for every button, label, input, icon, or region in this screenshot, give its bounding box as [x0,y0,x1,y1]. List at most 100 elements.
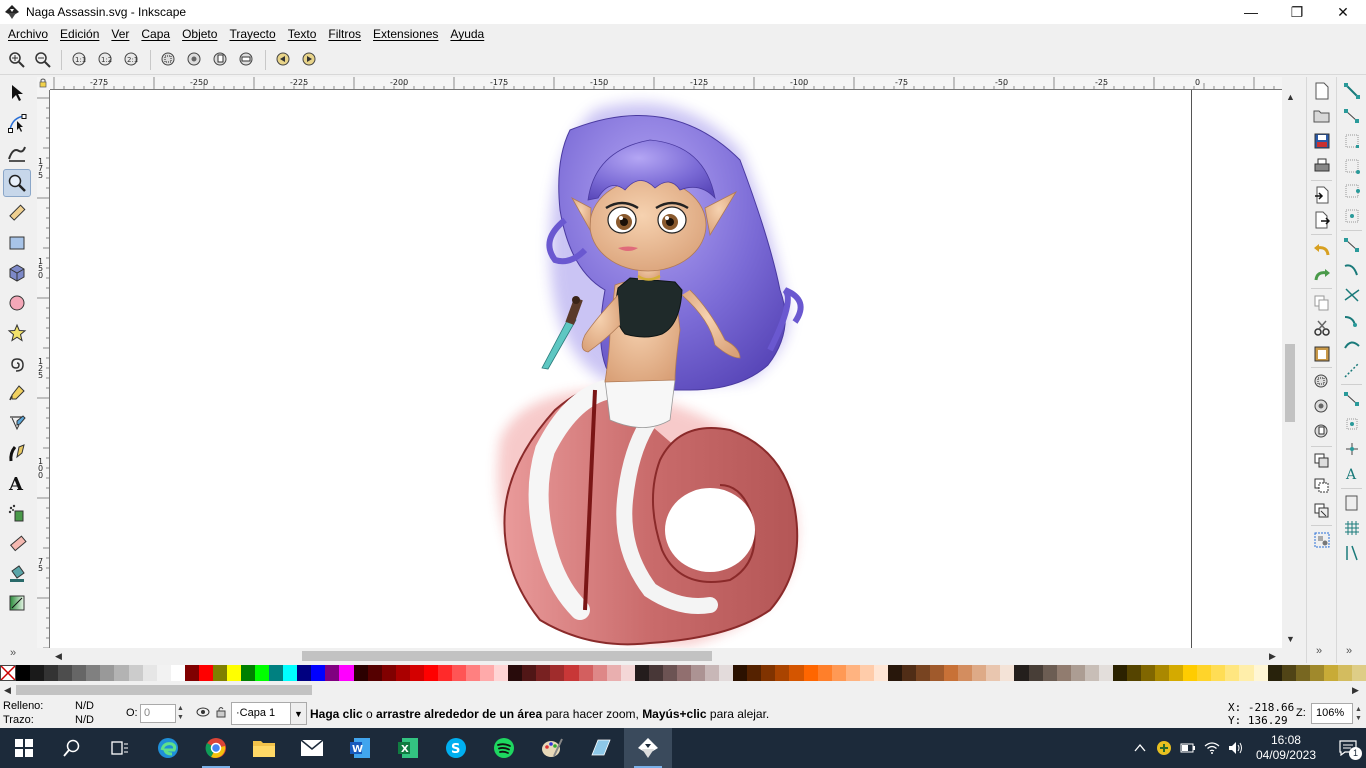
commands-overflow-icon[interactable]: » [1316,645,1322,657]
volume-icon[interactable] [1224,728,1248,768]
vertical-scrollbar[interactable]: ▲ ▼ [1282,90,1298,648]
color-swatch[interactable] [1042,665,1057,681]
snap-others-icon[interactable] [1341,388,1363,410]
spray-tool-icon[interactable] [3,499,31,527]
color-swatch[interactable] [1169,665,1184,681]
start-button-icon[interactable] [0,728,48,768]
snap-smooth-icon[interactable] [1341,334,1363,356]
color-swatch[interactable] [241,665,256,681]
color-swatch[interactable] [480,665,495,681]
horizontal-scroll-thumb[interactable] [302,651,712,661]
palette-scroll-left-icon[interactable]: ◀ [4,685,11,696]
color-swatch[interactable] [58,665,73,681]
snap-bbox-icon[interactable] [1341,105,1363,127]
color-swatch[interactable] [44,665,59,681]
color-swatch[interactable] [212,665,227,681]
color-swatch[interactable] [1014,665,1029,681]
unlink-clone-icon[interactable] [1311,500,1333,522]
color-swatch[interactable] [1098,665,1113,681]
snap-overflow-icon[interactable]: » [1346,645,1352,657]
clone-icon[interactable] [1311,475,1333,497]
color-swatch[interactable] [1253,665,1268,681]
export-icon[interactable] [1311,209,1333,231]
snap-bbox-edge-icon[interactable] [1341,130,1363,152]
mail-icon[interactable] [288,728,336,768]
inkscape-taskbar-icon[interactable] [624,728,672,768]
color-swatch[interactable] [311,665,326,681]
taskbar-clock[interactable]: 16:08 04/09/2023 [1256,733,1316,763]
update-status-icon[interactable] [1152,728,1176,768]
color-swatch[interactable] [466,665,481,681]
color-swatch[interactable] [508,665,523,681]
color-swatch[interactable] [986,665,1001,681]
paint-bucket-tool-icon[interactable] [3,559,31,587]
snap-bbox-center-icon[interactable] [1341,205,1363,227]
menu-filtros[interactable]: Filtros [322,27,367,41]
undo-icon[interactable] [1311,238,1333,260]
color-swatch[interactable] [691,665,706,681]
color-swatch[interactable] [578,665,593,681]
scroll-up-icon[interactable]: ▲ [1286,92,1295,102]
color-swatch[interactable] [86,665,101,681]
color-swatch[interactable] [409,665,424,681]
color-swatch[interactable] [395,665,410,681]
snap-center-icon[interactable] [1341,413,1363,435]
color-swatch[interactable] [522,665,537,681]
color-swatch[interactable] [1028,665,1043,681]
import-icon[interactable] [1311,184,1333,206]
ellipse-tool-icon[interactable] [3,289,31,317]
3d-box-tool-icon[interactable] [3,259,31,287]
color-swatch[interactable] [873,665,888,681]
duplicate-icon[interactable] [1311,450,1333,472]
star-tool-icon[interactable] [3,319,31,347]
color-swatch[interactable] [1225,665,1240,681]
zoom-selection-icon[interactable] [158,49,180,71]
palette-scrollbar[interactable]: ◀ ▶ [0,682,1366,698]
color-swatch[interactable] [16,665,31,681]
color-swatch[interactable] [972,665,987,681]
color-swatch[interactable] [592,665,607,681]
close-button[interactable]: ✕ [1320,0,1366,24]
horizontal-ruler[interactable]: -275 -250 -225 -200 -175 -150 -125 -100 … [50,77,1282,90]
chevron-down-icon[interactable]: ▼ [290,703,306,724]
snap-toggle-icon[interactable] [1341,80,1363,102]
zoom-1-1-icon[interactable]: 1:1 [69,49,91,71]
color-swatch[interactable] [803,665,818,681]
color-swatch[interactable] [930,665,945,681]
color-swatch[interactable] [128,665,143,681]
color-swatch[interactable] [817,665,832,681]
zoom-drawing-icon[interactable] [184,49,206,71]
color-swatch[interactable] [1323,665,1338,681]
color-swatch[interactable] [72,665,87,681]
snap-cusp-icon[interactable] [1341,309,1363,331]
copy-icon[interactable] [1311,292,1333,314]
text-tool-icon[interactable]: A [3,469,31,497]
color-swatch[interactable] [1056,665,1071,681]
color-swatch[interactable] [536,665,551,681]
color-swatch[interactable] [142,665,157,681]
color-swatch[interactable] [226,665,241,681]
excel-icon[interactable]: X [384,728,432,768]
cut-icon[interactable] [1311,317,1333,339]
file-explorer-icon[interactable] [240,728,288,768]
color-swatch[interactable] [451,665,466,681]
snap-grid-icon[interactable] [1341,517,1363,539]
new-document-icon[interactable] [1311,80,1333,102]
color-swatch[interactable] [634,665,649,681]
color-swatch[interactable] [198,665,213,681]
calligraphy-tool-icon[interactable] [3,439,31,467]
color-swatch[interactable] [648,665,663,681]
task-view-icon[interactable] [96,728,144,768]
color-swatch[interactable] [114,665,129,681]
zoom-previous-icon[interactable] [273,49,295,71]
color-swatch[interactable] [1309,665,1324,681]
zoom-page-width-icon[interactable] [236,49,258,71]
open-folder-icon[interactable] [1311,105,1333,127]
scroll-right-icon[interactable]: ▶ [1269,651,1276,662]
zoom-next-icon[interactable] [299,49,321,71]
color-swatch[interactable] [958,665,973,681]
snap-nodes-icon[interactable] [1341,234,1363,256]
scroll-down-icon[interactable]: ▼ [1286,634,1295,644]
color-swatch[interactable] [789,665,804,681]
color-swatch[interactable] [887,665,902,681]
